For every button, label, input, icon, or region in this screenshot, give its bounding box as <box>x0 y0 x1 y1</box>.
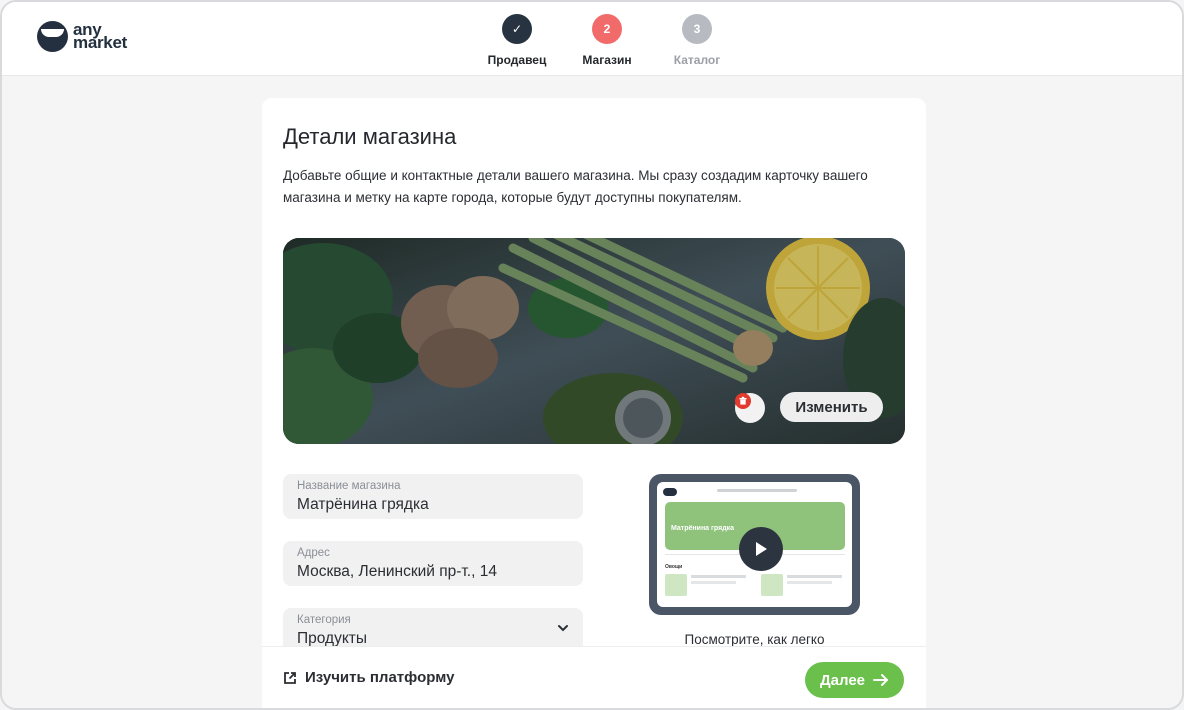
step-seller[interactable]: ✓ Продавец <box>472 14 562 67</box>
step-number: 3 <box>682 14 712 44</box>
chevron-down-icon <box>558 625 568 632</box>
video-preview[interactable]: Матрёнина грядка Овощи <box>649 474 860 615</box>
field-label: Адрес <box>297 547 330 559</box>
page-title: Детали магазина <box>283 124 457 149</box>
address-field[interactable]: Адрес Москва, Ленинский пр-т., 14 <box>283 541 583 586</box>
progress-steps: ✓ Продавец 2 Магазин 3 Каталог <box>472 14 742 67</box>
page-description: Добавьте общие и контактные детали вашег… <box>283 168 868 205</box>
logo-text-line2: market <box>73 33 127 52</box>
app-window: any market ✓ Продавец 2 Магазин 3 Катало… <box>0 0 1184 710</box>
step-label: Магазин <box>582 53 632 67</box>
step-catalog[interactable]: 3 Каталог <box>652 14 742 67</box>
step-number: 2 <box>592 14 622 44</box>
mini-product-text <box>691 575 746 578</box>
cover-image: Изменить <box>283 238 905 444</box>
preview-screen: Матрёнина грядка Овощи <box>657 482 852 607</box>
change-cover-button[interactable]: Изменить <box>780 392 883 422</box>
arrow-right-icon <box>873 674 889 686</box>
mini-logo-icon <box>663 488 677 496</box>
next-label: Далее <box>819 671 866 689</box>
mini-product-image <box>761 574 783 596</box>
delete-cover-button[interactable] <box>735 393 765 423</box>
logo-icon <box>37 21 68 52</box>
bottom-action-bar: Изучить платформу Далее <box>262 646 926 708</box>
mini-address-bar <box>717 489 797 492</box>
learn-platform-label: Изучить платформу <box>305 669 455 686</box>
mini-product-text <box>787 575 842 578</box>
top-header: any market ✓ Продавец 2 Магазин 3 Катало… <box>2 2 1182 76</box>
step-label: Продавец <box>487 53 547 67</box>
anymarket-logo[interactable]: any market <box>37 21 127 52</box>
mini-product-image <box>665 574 687 596</box>
mini-section-title: Овощи <box>665 564 683 570</box>
mini-product-text <box>787 581 832 584</box>
play-icon <box>756 542 767 556</box>
address-input[interactable]: Москва, Ленинский пр-т., 14 <box>297 561 569 583</box>
check-icon: ✓ <box>502 14 532 44</box>
shop-name-field[interactable]: Название магазина Матрёнина грядка <box>283 474 583 519</box>
field-label: Название магазина <box>297 480 401 492</box>
step-label: Каталог <box>673 53 721 67</box>
learn-platform-link[interactable]: Изучить платформу <box>283 669 454 686</box>
step-shop[interactable]: 2 Магазин <box>562 14 652 67</box>
field-label: Категория <box>297 614 351 626</box>
external-link-icon <box>284 671 296 684</box>
mini-product-text <box>691 581 736 584</box>
shop-details-card: Детали магазина Добавьте общие и контакт… <box>262 98 926 708</box>
trash-icon <box>735 393 751 409</box>
preview-caption: Посмотрите, как легко <box>684 632 825 647</box>
mini-shop-name: Матрёнина грядка <box>671 525 735 532</box>
shop-name-input[interactable]: Матрёнина грядка <box>297 494 569 516</box>
play-button[interactable] <box>739 527 783 571</box>
next-button[interactable]: Далее <box>805 662 904 698</box>
